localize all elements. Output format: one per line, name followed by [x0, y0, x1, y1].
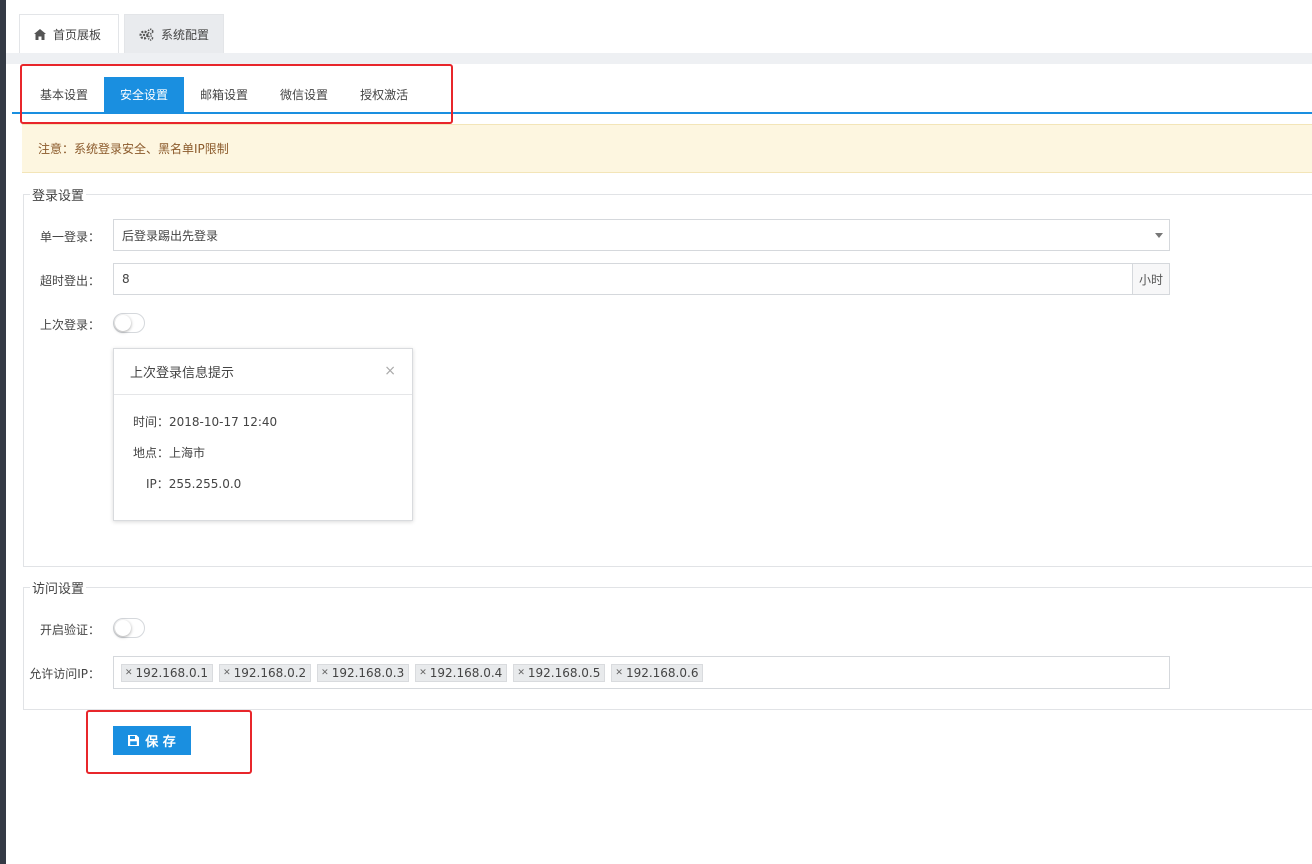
ip-tag-label: 192.168.0.2	[233, 665, 307, 680]
allowed-ip-input[interactable]: ✕ 192.168.0.1 ✕ 192.168.0.2 ✕ 192.168.0.3 ✕…	[113, 656, 1170, 689]
ip-tag: ✕ 192.168.0.6	[611, 663, 704, 682]
main-content: 基本设置 安全设置 邮箱设置 微信设置 授权激活 注意：系统登录安全、黑名单IP…	[6, 64, 1312, 864]
ip-tag-label: 192.168.0.4	[429, 665, 503, 680]
popup-title: 上次登录信息提示	[130, 366, 235, 381]
notice-text: 注意：系统登录安全、黑名单IP限制	[38, 142, 229, 156]
popup-header: 上次登录信息提示 ×	[114, 349, 412, 395]
single-login-value: 后登录踢出先登录	[122, 228, 219, 243]
tab-home-dashboard[interactable]: 首页展板	[19, 14, 119, 54]
remove-tag-icon[interactable]: ✕	[321, 668, 329, 678]
last-login-ip: IP：255.255.0.0	[146, 477, 242, 491]
toggle-knob	[115, 620, 131, 636]
login-settings-legend: 登录设置	[32, 189, 85, 204]
gears-icon	[139, 28, 154, 41]
single-login-select[interactable]: 后登录踢出先登录	[113, 219, 1170, 251]
tabs-highlight-box	[20, 64, 453, 124]
verify-label: 开启验证：	[39, 623, 100, 637]
home-icon	[34, 29, 46, 40]
verify-toggle[interactable]	[113, 618, 145, 638]
ip-tag: ✕ 192.168.0.5	[513, 663, 606, 682]
last-login-time: 时间：2018-10-17 12:40	[133, 415, 278, 429]
timeout-input[interactable]: 8	[114, 264, 1132, 294]
remove-tag-icon[interactable]: ✕	[615, 668, 623, 678]
ip-tag-label: 192.168.0.1	[135, 665, 209, 680]
close-icon[interactable]: ×	[384, 363, 396, 379]
ip-tag-label: 192.168.0.5	[527, 665, 601, 680]
timeout-field: 8 小时	[113, 263, 1170, 295]
tab-home-label: 首页展板	[53, 28, 102, 42]
access-settings-group: 访问设置	[23, 578, 1312, 710]
last-login-info-popup: 上次登录信息提示 × 时间：2018-10-17 12:40 地点：上海市 IP…	[113, 348, 413, 521]
toggle-knob	[115, 315, 131, 331]
allowed-ip-label: 允许访问IP：	[29, 667, 100, 681]
ip-tag: ✕ 192.168.0.4	[415, 663, 508, 682]
last-login-toggle[interactable]	[113, 313, 145, 333]
notice-banner: 注意：系统登录安全、黑名单IP限制	[22, 124, 1312, 173]
remove-tag-icon[interactable]: ✕	[223, 668, 231, 678]
last-login-label: 上次登录：	[39, 318, 100, 332]
access-settings-legend: 访问设置	[32, 582, 85, 597]
tab-system-config-label: 系统配置	[161, 28, 210, 42]
ip-tag-label: 192.168.0.3	[331, 665, 405, 680]
tab-bar-divider	[6, 53, 1312, 64]
remove-tag-icon[interactable]: ✕	[419, 668, 427, 678]
ip-tag: ✕ 192.168.0.3	[317, 663, 410, 682]
save-highlight-box	[86, 710, 252, 774]
chevron-down-icon	[1155, 233, 1163, 238]
page-tab-bar: 首页展板 系统配置	[6, 0, 1312, 54]
ip-tag-label: 192.168.0.6	[625, 665, 699, 680]
ip-tag: ✕ 192.168.0.1	[121, 663, 214, 682]
timeout-unit: 小时	[1132, 264, 1169, 294]
ip-tag: ✕ 192.168.0.2	[219, 663, 312, 682]
single-login-label: 单一登录：	[39, 230, 100, 244]
remove-tag-icon[interactable]: ✕	[517, 668, 525, 678]
tab-system-config[interactable]: 系统配置	[124, 14, 224, 54]
last-login-location: 地点：上海市	[133, 446, 206, 460]
timeout-label: 超时登出：	[39, 274, 100, 288]
remove-tag-icon[interactable]: ✕	[125, 668, 133, 678]
